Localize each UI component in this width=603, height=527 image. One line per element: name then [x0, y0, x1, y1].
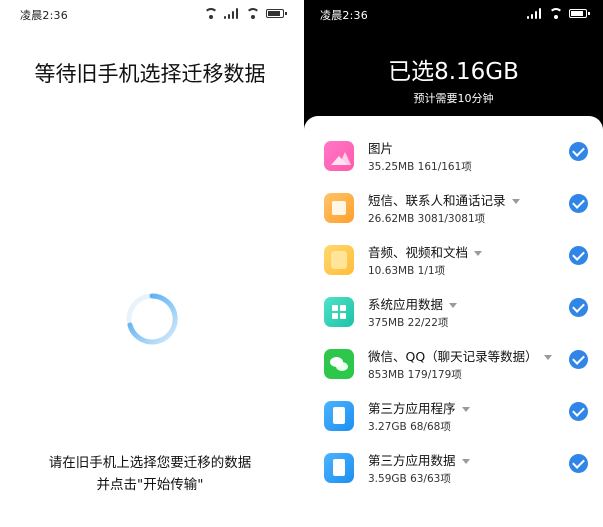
new-phone-waiting-screen: 凌晨2:36 等待旧手机选择迁移数据 请在旧手机上选择您要迁移的数据 并点击"开…	[0, 0, 300, 527]
item-meta: 3.27GB 68/68项	[368, 421, 451, 433]
wifi-icon	[246, 8, 260, 19]
status-bar: 凌晨2:36	[304, 0, 603, 28]
item-meta: 35.25MB 161/161项	[368, 161, 472, 173]
status-time: 凌晨2:36	[20, 9, 68, 22]
signal-icon	[224, 8, 240, 19]
selected-total: 已选8.16GB	[388, 59, 519, 85]
instruction-line-2: 并点击"开始传输"	[96, 477, 204, 493]
old-phone-selection-screen: 凌晨2:36 已选8.16GB 预计需要10分钟 图片 35.25MB 161/…	[304, 0, 603, 527]
checkbox-checked[interactable]	[569, 142, 588, 161]
messages-contacts-icon	[324, 193, 354, 223]
battery-icon	[266, 9, 287, 18]
status-icons	[527, 8, 590, 19]
item-meta: 26.62MB 3081/3081项	[368, 213, 486, 225]
item-name: 第三方应用程序	[368, 398, 470, 417]
data-category-list: 图片 35.25MB 161/161项 短信、联系人和通话记录 26.62MB …	[304, 116, 603, 527]
instruction-text: 请在旧手机上选择您要迁移的数据 并点击"开始传输"	[0, 452, 300, 496]
checkbox-checked[interactable]	[569, 298, 588, 317]
chevron-down-icon[interactable]	[461, 407, 470, 412]
item-meta: 375MB 22/22项	[368, 317, 449, 329]
list-item-photos[interactable]: 图片 35.25MB 161/161项	[304, 136, 603, 188]
item-meta: 10.63MB 1/1项	[368, 265, 446, 277]
item-name: 微信、QQ（聊天记录等数据）	[368, 346, 552, 365]
wifi-icon	[549, 8, 563, 19]
item-name: 图片	[368, 141, 394, 156]
chevron-down-icon[interactable]	[543, 355, 552, 360]
checkbox-checked[interactable]	[569, 454, 588, 473]
hotspot-icon	[204, 8, 218, 19]
battery-icon	[569, 9, 590, 18]
item-name: 短信、联系人和通话记录	[368, 190, 520, 209]
loading-spinner-icon	[126, 293, 178, 345]
item-meta: 3.59GB 63/63项	[368, 473, 451, 485]
status-icons	[204, 8, 287, 19]
list-item-third-party-app-data[interactable]: 第三方应用数据 3.59GB 63/63项	[304, 448, 603, 500]
list-item-system-apps[interactable]: 系统应用数据 375MB 22/22项	[304, 292, 603, 344]
instruction-line-1: 请在旧手机上选择您要迁移的数据	[48, 455, 252, 471]
file-icon	[324, 453, 354, 483]
list-item-messages-contacts[interactable]: 短信、联系人和通话记录 26.62MB 3081/3081项	[304, 188, 603, 240]
checkbox-checked[interactable]	[569, 402, 588, 421]
signal-icon	[527, 8, 543, 19]
wechat-icon	[324, 349, 354, 379]
chevron-down-icon[interactable]	[449, 303, 458, 308]
chevron-down-icon[interactable]	[461, 459, 470, 464]
list-item-wechat-qq[interactable]: 微信、QQ（聊天记录等数据） 853MB 179/179项	[304, 344, 603, 396]
page-title: 等待旧手机选择迁移数据	[34, 62, 266, 86]
checkbox-checked[interactable]	[569, 194, 588, 213]
item-name: 系统应用数据	[368, 294, 458, 313]
item-meta: 853MB 179/179项	[368, 369, 462, 381]
photos-icon	[324, 141, 354, 171]
checkbox-checked[interactable]	[569, 246, 588, 265]
item-name: 音频、视频和文档	[368, 242, 483, 261]
status-time: 凌晨2:36	[320, 9, 368, 22]
media-documents-icon	[324, 245, 354, 275]
list-item-third-party-apps[interactable]: 第三方应用程序 3.27GB 68/68项	[304, 396, 603, 448]
status-bar: 凌晨2:36	[0, 0, 300, 28]
checkbox-checked[interactable]	[569, 350, 588, 369]
file-icon	[324, 401, 354, 431]
chevron-down-icon[interactable]	[511, 199, 520, 204]
item-name: 第三方应用数据	[368, 450, 470, 469]
list-item-media-documents[interactable]: 音频、视频和文档 10.63MB 1/1项	[304, 240, 603, 292]
system-apps-icon	[324, 297, 354, 327]
estimated-time: 预计需要10分钟	[413, 92, 494, 105]
chevron-down-icon[interactable]	[474, 251, 483, 256]
